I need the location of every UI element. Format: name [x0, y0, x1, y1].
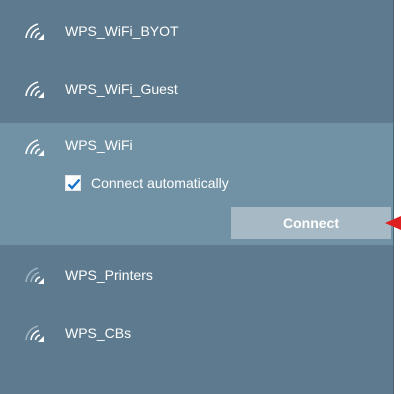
network-ssid: WPS_WiFi_Guest — [65, 81, 178, 97]
connect-automatically-option[interactable]: Connect automatically — [65, 173, 229, 193]
connect-automatically-checkbox[interactable] — [65, 175, 81, 191]
wifi-signal-icon — [25, 80, 51, 100]
network-item-wps-wifi[interactable]: WPS_WiFi Connect automatically Connect — [0, 123, 393, 245]
network-ssid: WPS_WiFi — [65, 137, 133, 153]
network-item-wps-wifi-guest[interactable]: WPS_WiFi_Guest — [0, 72, 393, 108]
checkmark-icon — [67, 178, 81, 190]
wifi-signal-icon — [25, 138, 51, 158]
wifi-signal-icon — [25, 22, 51, 42]
network-ssid: WPS_CBs — [65, 325, 132, 341]
wifi-network-flyout: WPS_WiFi_BYOT WPS_WiFi_Guest WPS_WiFi Co… — [0, 0, 394, 394]
network-ssid: WPS_Printers — [65, 267, 153, 283]
connect-button[interactable]: Connect — [231, 207, 391, 239]
connect-automatically-label: Connect automatically — [91, 175, 229, 191]
wifi-signal-icon — [25, 266, 51, 286]
network-item-wps-cbs[interactable]: WPS_CBs — [0, 316, 393, 352]
network-item-wps-wifi-byot[interactable]: WPS_WiFi_BYOT — [0, 14, 393, 50]
network-item-wps-printers[interactable]: WPS_Printers — [0, 258, 393, 294]
network-ssid: WPS_WiFi_BYOT — [65, 23, 179, 39]
wifi-signal-icon — [25, 324, 51, 344]
red-arrow-icon — [385, 215, 401, 231]
